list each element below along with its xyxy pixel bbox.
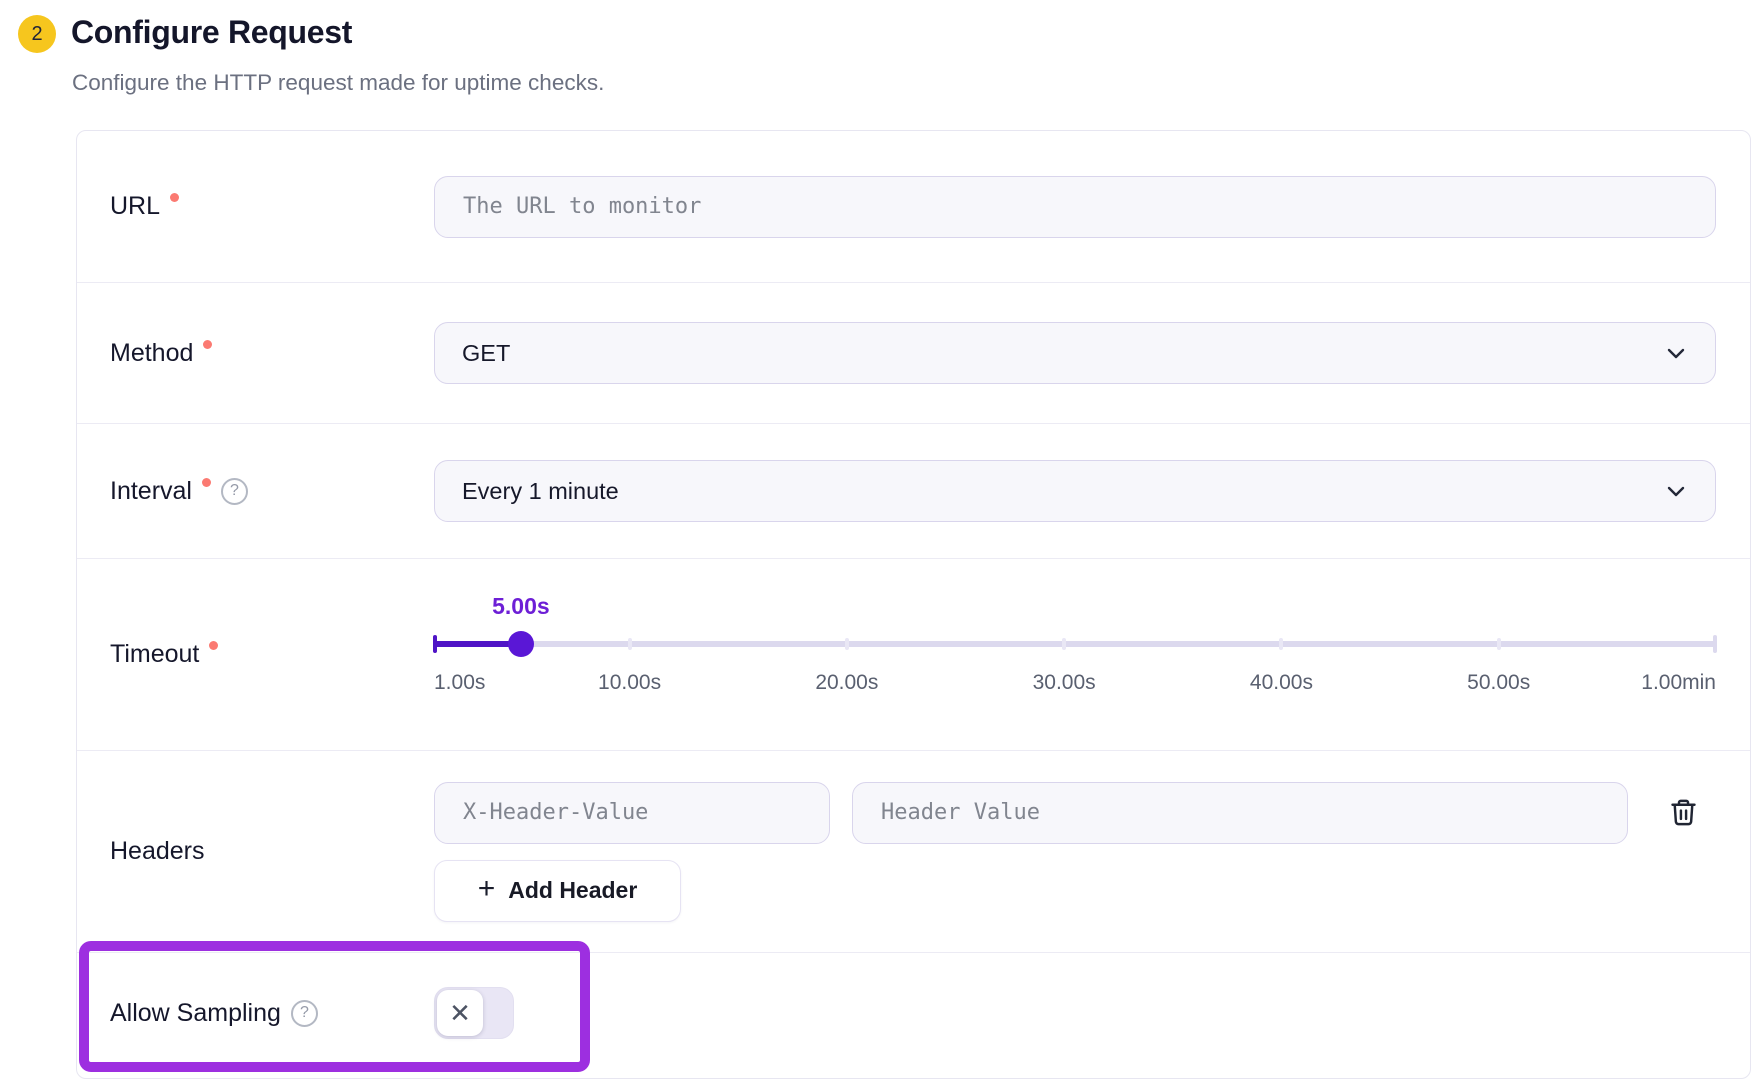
add-header-button-label: Add Header [508, 877, 637, 904]
method-control: GET [434, 322, 1716, 384]
timeout-slider-tick [1279, 638, 1283, 650]
header-value-input[interactable] [852, 782, 1628, 844]
headers-control: + Add Header [434, 782, 1716, 922]
headers-label: Headers [110, 837, 205, 866]
allow-sampling-toggle[interactable]: ✕ [434, 987, 514, 1039]
configure-request-page: 2 Configure Request Configure the HTTP r… [0, 0, 1758, 1086]
step-number-badge: 2 [18, 15, 56, 53]
page-subtitle: Configure the HTTP request made for upti… [72, 70, 604, 96]
timeout-slider-tick [845, 638, 849, 650]
timeout-tick-label: 50.00s [1467, 671, 1530, 695]
allow-sampling-control: ✕ [434, 987, 1716, 1039]
chevron-down-icon [1664, 341, 1688, 365]
headers-label-group: Headers [77, 837, 434, 866]
toggle-knob-off: ✕ [437, 990, 483, 1036]
timeout-slider-tick-labels: 1.00s 10.00s 20.00s 30.00s 40.00s 50.00s 1.00m… [434, 671, 1716, 697]
url-control [434, 176, 1716, 238]
header-row [434, 782, 1716, 844]
required-dot [170, 193, 179, 202]
timeout-slider-track[interactable] [434, 641, 1716, 647]
timeout-tick-label: 1.00min [1641, 671, 1716, 695]
method-label: Method [110, 339, 193, 368]
timeout-slider-tick [628, 638, 632, 650]
required-dot [203, 340, 212, 349]
request-form-panel: URL Method GET Interval [76, 130, 1751, 1079]
method-select[interactable]: GET [434, 322, 1716, 384]
toggle-x-icon: ✕ [449, 998, 471, 1029]
chevron-down-icon [1664, 479, 1688, 503]
timeout-tick-label: 40.00s [1250, 671, 1313, 695]
header-name-input[interactable] [434, 782, 830, 844]
interval-label: Interval [110, 477, 192, 506]
method-selected-value: GET [462, 340, 510, 367]
allow-sampling-label: Allow Sampling [110, 999, 281, 1028]
trash-icon [1668, 797, 1699, 828]
page-title: Configure Request [71, 14, 352, 51]
interval-label-group: Interval ? [77, 477, 434, 506]
add-header-button[interactable]: + Add Header [434, 860, 681, 922]
delete-header-button[interactable] [1668, 797, 1699, 828]
timeout-slider: 5.00s 1.00s 10.00s 20.00s 30.00s 40.00s 50.00… [434, 589, 1716, 721]
form-row-url: URL [77, 131, 1750, 282]
required-dot [209, 641, 218, 650]
timeout-label-group: Timeout [77, 640, 434, 669]
interval-select[interactable]: Every 1 minute [434, 460, 1716, 522]
interval-control: Every 1 minute [434, 460, 1716, 522]
form-row-allow-sampling: Allow Sampling ? ✕ [77, 952, 1750, 1073]
timeout-control: 5.00s 1.00s 10.00s 20.00s 30.00s 40.00s 50.00… [434, 589, 1716, 721]
timeout-slider-end-cap [1713, 635, 1717, 653]
allow-sampling-help-icon[interactable]: ? [291, 1000, 318, 1027]
timeout-label: Timeout [110, 640, 199, 669]
method-label-group: Method [77, 339, 434, 368]
url-input[interactable] [434, 176, 1716, 238]
interval-help-icon[interactable]: ? [221, 478, 248, 505]
timeout-slider-start-cap [433, 635, 437, 653]
timeout-tick-label: 20.00s [815, 671, 878, 695]
form-row-method: Method GET [77, 282, 1750, 423]
timeout-slider-handle[interactable] [508, 631, 534, 657]
url-label: URL [110, 192, 160, 221]
timeout-value-label: 5.00s [492, 593, 550, 620]
required-dot [202, 478, 211, 487]
url-label-group: URL [77, 192, 434, 221]
form-row-timeout: Timeout 5.00s 1.00s 10.00s 20.00s 30.00s 40.… [77, 558, 1750, 750]
timeout-tick-label: 1.00s [434, 671, 485, 695]
interval-selected-value: Every 1 minute [462, 478, 619, 505]
timeout-slider-tick [1497, 638, 1501, 650]
timeout-tick-label: 30.00s [1033, 671, 1096, 695]
form-row-headers: Headers [77, 750, 1750, 952]
timeout-tick-label: 10.00s [598, 671, 661, 695]
form-row-interval: Interval ? Every 1 minute [77, 423, 1750, 558]
timeout-slider-tick [1062, 638, 1066, 650]
allow-sampling-label-group: Allow Sampling ? [77, 999, 434, 1028]
plus-icon: + [478, 874, 496, 904]
